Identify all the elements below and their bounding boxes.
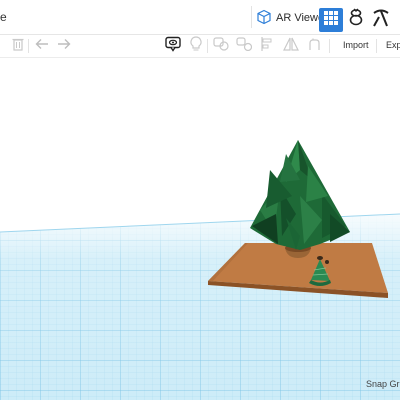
redo-button[interactable] — [56, 38, 72, 54]
divider — [28, 39, 29, 53]
divider — [376, 39, 377, 53]
ungroup-shapes-icon — [236, 36, 253, 56]
profile-menu[interactable] — [394, 9, 400, 31]
bricks-view-button[interactable] — [370, 9, 392, 31]
delete-button[interactable] — [10, 38, 26, 54]
group-shapes-icon — [213, 36, 229, 56]
grid-icon — [324, 10, 338, 30]
cube-icon — [256, 9, 276, 28]
divider — [207, 39, 208, 53]
design-title[interactable]: e — [0, 10, 7, 24]
redo-arrow-icon — [57, 37, 71, 55]
notes-button[interactable] — [165, 36, 181, 57]
ungroup-button[interactable] — [236, 36, 253, 56]
undo-arrow-icon — [35, 37, 49, 55]
import-button[interactable]: Import — [343, 40, 369, 50]
divider — [251, 6, 252, 28]
snap-grid-label[interactable]: Snap Gri — [366, 379, 400, 389]
trash-icon — [12, 37, 24, 56]
top-bar: e AR Viewer — [0, 0, 400, 35]
group-button[interactable] — [213, 36, 229, 56]
christmas-tree — [250, 140, 350, 250]
undo-button[interactable] — [34, 38, 50, 54]
divider — [329, 39, 330, 53]
mirror-button[interactable] — [283, 37, 299, 56]
gear-stack-icon — [347, 8, 365, 33]
3d-design-view-button[interactable] — [319, 8, 343, 32]
edit-toolbar: Import Expo — [0, 35, 400, 58]
align-icon — [260, 36, 274, 56]
hand-icon — [307, 37, 321, 56]
eye-bubble-icon — [165, 36, 181, 57]
workplane-scene — [0, 140, 400, 400]
mirror-icon — [283, 37, 299, 56]
export-button[interactable]: Expo — [386, 40, 400, 50]
align-button[interactable] — [259, 36, 275, 56]
cruise-button[interactable] — [306, 38, 322, 54]
workplane-viewport[interactable] — [0, 58, 400, 400]
pickaxe-icon — [371, 8, 391, 33]
blocks-view-button[interactable] — [345, 8, 367, 33]
ar-viewer-button[interactable]: AR Viewer — [256, 8, 328, 28]
bulb-icon — [190, 35, 202, 57]
light-button[interactable] — [188, 35, 204, 57]
